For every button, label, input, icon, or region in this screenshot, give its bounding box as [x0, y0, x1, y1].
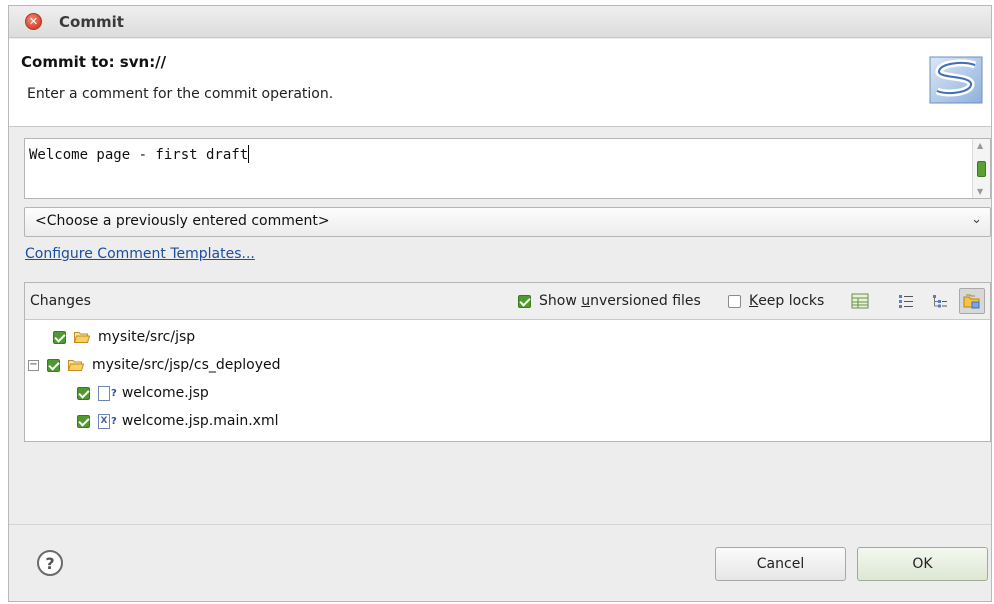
tree-row[interactable]: ? welcome.jsp: [77, 381, 209, 405]
title-bar: ✕ Commit: [9, 6, 991, 38]
changes-title: Changes: [30, 293, 91, 309]
jsp-file-icon: [98, 385, 110, 401]
changes-header: Changes Show u nversioned files Keep lock…: [25, 283, 990, 320]
window-title: Commit: [59, 12, 124, 31]
checkbox-checked-icon[interactable]: [77, 414, 90, 428]
comment-scrollbar[interactable]: ▲ ▼: [972, 139, 990, 198]
close-icon[interactable]: ✕: [25, 13, 42, 30]
ok-button[interactable]: OK: [857, 547, 988, 581]
chevron-down-icon[interactable]: ⌄: [971, 212, 982, 227]
tree-item-label: welcome.jsp: [121, 385, 209, 401]
checkbox-checked-icon[interactable]: [53, 330, 66, 344]
unversioned-icon: ?: [111, 387, 117, 399]
tree-row[interactable]: − mysite/src/jsp/cs_deployed: [28, 353, 281, 377]
help-icon[interactable]: ?: [37, 550, 63, 576]
collapse-icon[interactable]: −: [28, 359, 39, 371]
cancel-button[interactable]: Cancel: [715, 547, 846, 581]
tree-row[interactable]: X ? welcome.jsp.main.xml: [77, 409, 279, 433]
folder-open-icon: [68, 360, 84, 371]
scroll-down-icon[interactable]: ▼: [977, 187, 983, 196]
configure-templates-link[interactable]: Configure Comment Templates...: [25, 246, 255, 262]
table-view-icon: [851, 293, 869, 309]
tree-row[interactable]: mysite/src/jsp: [53, 325, 195, 349]
comment-textarea[interactable]: Welcome page - first draft ▲ ▼: [24, 138, 991, 199]
scroll-thumb[interactable]: [977, 161, 986, 177]
folder-icon: [963, 294, 980, 309]
show-unversioned-checkbox[interactable]: Show u nversioned files: [518, 293, 701, 309]
compressed-folders-button[interactable]: [959, 288, 985, 314]
tree-item-label: mysite/src/jsp/cs_deployed: [92, 357, 281, 373]
header-title: Commit to: svn://: [21, 53, 167, 71]
checkbox-checked-icon[interactable]: [77, 386, 90, 400]
compressed-view-button[interactable]: [847, 288, 873, 314]
tree-item-label: mysite/src/jsp: [98, 329, 196, 345]
previous-comment-dropdown[interactable]: <Choose a previously entered comment> ⌄: [24, 207, 991, 237]
checkbox-checked-icon[interactable]: [518, 294, 531, 308]
tree-item-label: welcome.jsp.main.xml: [121, 413, 279, 429]
tree-view-button[interactable]: [927, 288, 953, 314]
subversion-logo-icon: [929, 56, 983, 104]
xml-file-icon: X: [98, 413, 110, 429]
flat-view-button[interactable]: [893, 288, 919, 314]
dropdown-selected-value: <Choose a previously entered comment>: [35, 213, 330, 229]
header-description: Enter a comment for the commit operation…: [27, 86, 334, 102]
checkbox-checked-icon[interactable]: [47, 358, 60, 372]
folder-open-icon: [74, 332, 90, 343]
text-caret: [248, 145, 250, 163]
changes-panel: Changes Show u nversioned files Keep lock…: [24, 282, 991, 442]
flat-list-icon: [899, 295, 913, 308]
dialog-header: Commit to: svn:// Enter a comment for th…: [9, 39, 991, 127]
keep-locks-checkbox[interactable]: Keep locks: [728, 293, 824, 309]
comment-text: Welcome page - first draft: [29, 147, 249, 163]
unversioned-icon: ?: [111, 415, 117, 427]
commit-dialog: ✕ Commit Commit to: svn:// Enter a comme…: [8, 5, 992, 602]
checkbox-unchecked-icon[interactable]: [728, 294, 741, 308]
tree-list-icon: [933, 295, 947, 308]
footer-separator: [9, 524, 991, 525]
scroll-up-icon[interactable]: ▲: [977, 141, 983, 150]
